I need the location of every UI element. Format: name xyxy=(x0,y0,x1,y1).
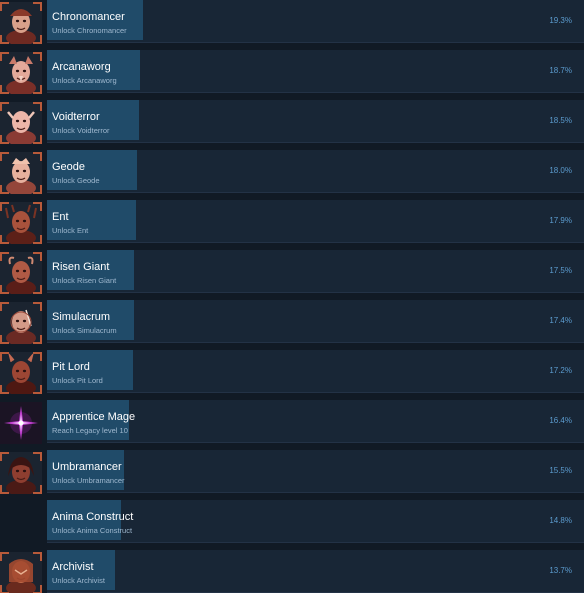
achievement-row: Risen Giant Unlock Risen Giant 17.5% xyxy=(0,250,584,296)
achievement-list: Chronomancer Unlock Chronomancer 19.3% Arca… xyxy=(0,0,584,593)
achievement-description: Unlock Umbramancer xyxy=(52,476,125,485)
achievement-panel: Anima Construct Unlock Anima Construct 14.… xyxy=(47,500,584,543)
achievement-title: Pit Lord xyxy=(52,361,90,373)
risen-giant-icon xyxy=(0,252,42,294)
achievement-description: Unlock Risen Giant xyxy=(52,276,117,285)
unlock-percentage: 17.9% xyxy=(549,216,572,225)
achievement-row: Archivist Unlock Archivist 13.7% xyxy=(0,550,584,593)
achievement-title: Chronomancer xyxy=(52,11,125,23)
achievement-description: Unlock Pit Lord xyxy=(52,376,103,385)
ent-icon xyxy=(0,202,42,244)
achievement-title: Arcanaworg xyxy=(52,61,111,73)
achievement-description: Unlock Archivist xyxy=(52,576,105,585)
achievement-panel: Voidterror Unlock Voidterror 18.5% xyxy=(47,100,584,143)
achievement-panel: Ent Unlock Ent 17.9% xyxy=(47,200,584,243)
simulacrum-icon xyxy=(0,302,42,344)
unlock-percentage: 17.5% xyxy=(549,266,572,275)
unlock-percentage: 19.3% xyxy=(549,16,572,25)
achievement-title: Anima Construct xyxy=(52,511,134,523)
achievement-description: Unlock Anima Construct xyxy=(52,526,133,535)
apprentice-mage-icon xyxy=(0,402,42,444)
achievement-panel: Archivist Unlock Archivist 13.7% xyxy=(47,550,584,593)
unlock-percentage: 18.0% xyxy=(549,166,572,175)
achievement-title: Geode xyxy=(52,161,86,173)
achievement-title: Simulacrum xyxy=(52,311,111,323)
achievement-description: Unlock Ent xyxy=(52,226,89,235)
achievement-panel: Apprentice Mage Reach Legacy level 10 16.4… xyxy=(47,400,584,443)
achievement-row: Anima Construct Unlock Anima Construct 14.… xyxy=(0,500,584,546)
achievement-title: Umbramancer xyxy=(52,461,122,473)
unlock-percentage: 14.8% xyxy=(549,516,572,525)
achievement-row: Umbramancer Unlock Umbramancer 15.5% xyxy=(0,450,584,496)
achievement-title: Apprentice Mage xyxy=(52,411,136,423)
voidterror-icon xyxy=(0,102,42,144)
achievement-row: Geode Unlock Geode 18.0% xyxy=(0,150,584,196)
arcanaworg-icon xyxy=(0,52,42,94)
achievement-title: Archivist xyxy=(52,561,94,573)
unlock-percentage: 17.2% xyxy=(549,366,572,375)
achievement-row: Voidterror Unlock Voidterror 18.5% xyxy=(0,100,584,146)
unlock-percentage: 18.7% xyxy=(549,66,572,75)
geode-icon xyxy=(0,152,42,194)
achievement-description: Unlock Chronomancer xyxy=(52,26,127,35)
achievement-description: Unlock Geode xyxy=(52,176,100,185)
achievement-description: Unlock Arcanaworg xyxy=(52,76,117,85)
achievement-panel: Simulacrum Unlock Simulacrum 17.4% xyxy=(47,300,584,343)
achievement-row: Arcanaworg Unlock Arcanaworg 18.7% xyxy=(0,50,584,96)
achievement-description: Unlock Simulacrum xyxy=(52,326,117,335)
achievement-row: Chronomancer Unlock Chronomancer 19.3% xyxy=(0,0,584,46)
achievement-row: Apprentice Mage Reach Legacy level 10 16.4… xyxy=(0,400,584,446)
achievement-title: Risen Giant xyxy=(52,261,110,273)
unlock-percentage: 13.7% xyxy=(549,566,572,575)
unlock-percentage: 15.5% xyxy=(549,466,572,475)
achievement-row: Ent Unlock Ent 17.9% xyxy=(0,200,584,246)
achievement-row: Simulacrum Unlock Simulacrum 17.4% xyxy=(0,300,584,346)
achievement-title: Voidterror xyxy=(52,111,100,123)
pit-lord-icon xyxy=(0,352,42,394)
achievement-description: Reach Legacy level 10 xyxy=(52,426,128,435)
unlock-percentage: 18.5% xyxy=(549,116,572,125)
unlock-percentage: 16.4% xyxy=(549,416,572,425)
achievement-title: Ent xyxy=(52,211,69,223)
achievement-row: Pit Lord Unlock Pit Lord 17.2% xyxy=(0,350,584,396)
chronomancer-icon xyxy=(0,2,42,44)
umbramancer-icon xyxy=(0,452,42,494)
achievement-description: Unlock Voidterror xyxy=(52,126,110,135)
achievement-panel: Risen Giant Unlock Risen Giant 17.5% xyxy=(47,250,584,293)
achievement-panel: Arcanaworg Unlock Arcanaworg 18.7% xyxy=(47,50,584,93)
achievement-panel: Chronomancer Unlock Chronomancer 19.3% xyxy=(47,0,584,43)
achievement-panel: Pit Lord Unlock Pit Lord 17.2% xyxy=(47,350,584,393)
archivist-icon xyxy=(0,552,42,593)
unlock-percentage: 17.4% xyxy=(549,316,572,325)
achievement-panel: Umbramancer Unlock Umbramancer 15.5% xyxy=(47,450,584,493)
empty-icon-slot xyxy=(0,502,42,544)
achievement-panel: Geode Unlock Geode 18.0% xyxy=(47,150,584,193)
